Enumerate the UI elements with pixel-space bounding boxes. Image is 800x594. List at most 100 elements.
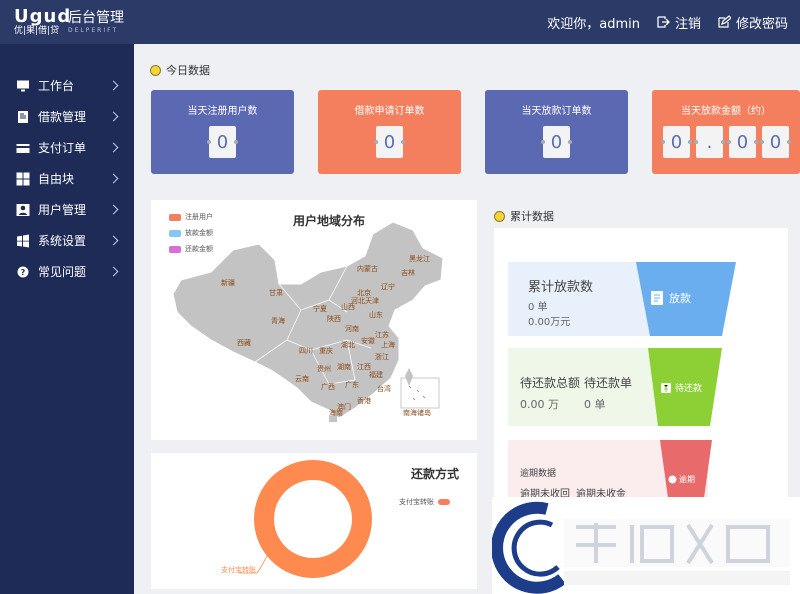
header-actions: 欢迎你，admin 注销 修改密码 <box>547 0 788 44</box>
sidebar-item-faq[interactable]: ? 常见问题 <box>0 256 134 287</box>
watermark <box>491 497 800 594</box>
stat-label: 借款申请订单数 <box>354 106 425 117</box>
province-label: 广西 <box>321 383 335 391</box>
chevron-right-icon <box>108 142 119 153</box>
logo-subtitle: 优|果|借|贷 <box>14 26 60 36</box>
map-panel: 用户地域分布 注册用户 放款金额 还款金额 黑龙江 吉林 内蒙古 辽宁 北京 天… <box>151 200 477 440</box>
yellow-dot-icon <box>494 210 505 222</box>
stat-digits: 0 <box>318 126 461 158</box>
province-label: 四川 <box>299 347 313 355</box>
yellow-dot-icon <box>150 64 161 76</box>
grid-icon <box>16 172 30 185</box>
badge-label: 待还款 <box>675 384 703 394</box>
stat-card-loan-applications: 借款申请订单数 0 <box>318 90 461 174</box>
stat-digits: 0 <box>485 126 628 158</box>
sidebar-item-payment-orders[interactable]: 支付订单 <box>0 132 134 163</box>
province-label: 湖南 <box>337 363 351 371</box>
repay-donut[interactable] <box>151 453 477 589</box>
today-section-title: 今日数据 <box>150 62 210 78</box>
sidebar-item-label: 用户管理 <box>38 203 87 217</box>
province-label: 南海诸岛 <box>403 409 431 417</box>
stat-digits: 0 <box>151 126 294 158</box>
sidebar-item-label: 常见问题 <box>38 265 87 279</box>
stat-label: 当天注册用户数 <box>187 106 258 117</box>
province-label: 浙江 <box>375 353 389 361</box>
province-label: 安徽 <box>361 337 375 345</box>
money-icon <box>661 382 671 393</box>
province-label: 青海 <box>271 317 285 325</box>
stat-digit: 0 <box>661 126 692 158</box>
funnel-value-b: 0 单 <box>584 398 606 411</box>
sidebar-item-label: 支付订单 <box>38 141 87 155</box>
province-label: 甘肃 <box>269 289 283 297</box>
cumulative-section-title: 累计数据 <box>494 208 554 224</box>
funnel-amount: 0.00万元 <box>528 317 571 328</box>
province-label: 云南 <box>295 375 309 383</box>
change-password-label: 修改密码 <box>735 16 788 32</box>
sidebar-item-users[interactable]: 用户管理 <box>0 194 134 225</box>
document-icon <box>18 110 28 123</box>
logout-button[interactable]: 注销 <box>656 13 701 32</box>
south-sea-box <box>400 377 440 409</box>
svg-text:?: ? <box>21 268 26 277</box>
province-label: 内蒙古 <box>357 265 378 273</box>
monitor-icon <box>17 80 29 91</box>
alert-icon <box>668 475 677 484</box>
province-label: 广东 <box>345 381 359 389</box>
welcome-text: 欢迎你，admin <box>547 16 640 32</box>
china-map[interactable] <box>151 200 477 440</box>
province-label: 新疆 <box>221 279 235 287</box>
change-password-button[interactable]: 修改密码 <box>717 13 788 32</box>
province-label: 河南 <box>345 325 359 333</box>
sidebar-item-workbench[interactable]: 工作台 <box>0 70 134 101</box>
logout-icon <box>657 16 670 28</box>
top-header: Ugud 优|果|借|贷 后台管理 DELPERIFT 欢迎你，admin 注销… <box>0 0 800 44</box>
badge-disbursed: 放款 <box>650 290 691 306</box>
sidebar-item-settings[interactable]: 系统设置 <box>0 225 134 256</box>
logo-title: 后台管理 <box>68 10 124 26</box>
card-icon <box>16 143 30 153</box>
stat-digit: 0 <box>760 126 791 158</box>
today-title-text: 今日数据 <box>166 64 210 77</box>
badge-pending: 待还款 <box>660 381 702 394</box>
chevron-right-icon <box>108 235 119 246</box>
province-label: 香港 <box>357 397 371 405</box>
sidebar-item-free-block[interactable]: 自由块 <box>0 163 134 194</box>
funnel-title: 累计放款数 <box>528 280 594 295</box>
province-label: 陕西 <box>327 315 341 323</box>
receipt-icon <box>651 291 663 305</box>
stat-card-registered-users: 当天注册用户数 0 <box>151 90 294 174</box>
cumulative-title-text: 累计数据 <box>510 210 554 223</box>
sidebar-item-loans[interactable]: 借款管理 <box>0 101 134 132</box>
stat-card-disbursed-amount: 当天放款金额（约） 0 . 0 0 <box>652 90 800 174</box>
logo-mark: Ugud <box>14 6 72 27</box>
sidebar-item-label: 自由块 <box>38 172 75 186</box>
badge-label: 放款 <box>669 292 691 305</box>
funnel-title-b: 待还款单 <box>584 376 633 390</box>
funnel-value-a: 0.00 万 <box>520 398 559 411</box>
logo-english: DELPERIFT <box>68 27 119 34</box>
province-label: 天津 <box>365 297 379 305</box>
chevron-right-icon <box>108 80 119 91</box>
province-label: 吉林 <box>401 269 415 277</box>
edit-icon <box>718 15 731 28</box>
province-label: 宁夏 <box>313 305 327 313</box>
province-label: 湖北 <box>341 341 355 349</box>
sidebar: 工作台 借款管理 支付订单 自由块 用户管理 系统设置 ? 常见问题 <box>0 44 134 594</box>
stat-card-disbursed-orders: 当天放款订单数 0 <box>485 90 628 174</box>
province-label: 海南 <box>329 409 343 417</box>
sidebar-item-label: 系统设置 <box>38 234 87 248</box>
funnel-count: 0 单 <box>528 302 548 313</box>
province-label: 江苏 <box>375 331 389 339</box>
stat-digits: 0 . 0 0 <box>652 126 800 158</box>
funnel-segment-3 <box>660 440 712 498</box>
logo[interactable]: Ugud 优|果|借|贷 后台管理 DELPERIFT <box>14 8 124 38</box>
stat-label: 当天放款金额（约） <box>681 106 771 117</box>
province-label: 台湾 <box>377 385 391 393</box>
logout-label: 注销 <box>674 16 701 32</box>
province-label: 贵州 <box>317 365 331 373</box>
chevron-right-icon <box>108 266 119 277</box>
sidebar-item-label: 借款管理 <box>38 110 87 124</box>
watermark-graphic <box>491 501 790 594</box>
stat-digit: 0 <box>207 126 238 158</box>
